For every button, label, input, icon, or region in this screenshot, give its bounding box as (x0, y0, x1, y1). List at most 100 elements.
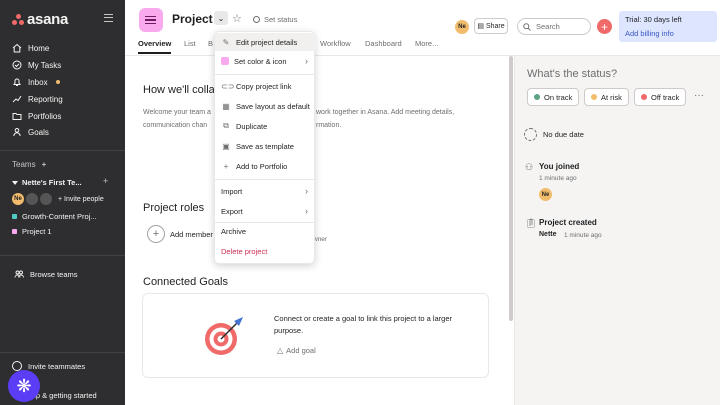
on-track-label: On track (544, 92, 573, 102)
menu-item-archive[interactable]: Archive (215, 222, 316, 240)
menu-item-delete-project[interactable]: Delete project (215, 242, 316, 260)
menu-item-label: Export (221, 206, 243, 216)
search-placeholder: Search (536, 22, 560, 31)
activity-user[interactable]: Nette (539, 231, 557, 238)
description-line-2a[interactable]: communication chan (143, 122, 207, 129)
invite-people-label: Invite people (64, 195, 104, 203)
divider (0, 352, 125, 353)
menu-item-duplicate[interactable]: ⧉ Duplicate (215, 117, 316, 135)
tab-more[interactable]: More... (415, 39, 438, 48)
tab-workflow[interactable]: Workflow (320, 39, 351, 48)
check-circle-icon (12, 60, 22, 70)
home-icon (12, 43, 22, 53)
project-roles-heading: Project roles (143, 202, 205, 214)
chevron-down-icon[interactable]: ⌄ (214, 11, 228, 25)
team-members: Ne + Invite people (12, 193, 104, 205)
trial-banner[interactable]: Trial: 30 days left Add billing info (619, 11, 717, 42)
asana-logo[interactable]: asana (12, 11, 68, 28)
menu-item-label: Duplicate (236, 121, 268, 131)
scrollbar[interactable] (509, 56, 513, 321)
team-item[interactable]: Nette's First Te... (12, 178, 82, 187)
browse-teams-link[interactable]: Browse teams (14, 269, 78, 279)
sidebar-item-portfolios[interactable]: Portfolios (12, 111, 61, 121)
active-tab-underline (138, 52, 171, 54)
sidebar-item-reporting[interactable]: Reporting (12, 94, 63, 104)
off-track-button[interactable]: Off track (634, 88, 687, 106)
menu-item-set-color[interactable]: Set color & icon › (215, 52, 316, 70)
menu-divider (215, 74, 316, 75)
star-icon[interactable]: ☆ (232, 12, 242, 25)
menu-item-copy-link[interactable]: ⊂⊃ Copy project link (215, 77, 316, 95)
sidebar-item-my-tasks[interactable]: My Tasks (12, 60, 61, 70)
tab-dashboard[interactable]: Dashboard (365, 39, 402, 48)
menu-item-save-template[interactable]: ▣ Save as template (215, 137, 316, 155)
menu-item-import[interactable]: Import › (215, 182, 316, 200)
tab-board[interactable]: B (208, 39, 213, 48)
connected-goals-heading: Connected Goals (143, 276, 228, 288)
share-label: Share (485, 22, 505, 30)
sidebar-item-inbox[interactable]: Inbox (12, 77, 60, 87)
tab-list[interactable]: List (184, 39, 196, 48)
asana-dots-icon (12, 14, 24, 25)
activity-joined: You joined (539, 162, 580, 171)
search-input[interactable]: Search (517, 18, 591, 35)
sidebar-project-growth[interactable]: Growth-Content Proj... (12, 212, 97, 221)
project-color-square (12, 229, 17, 234)
on-track-button[interactable]: On track (527, 88, 580, 106)
pencil-icon: ✎ (222, 37, 230, 47)
menu-item-export[interactable]: Export › (215, 202, 316, 220)
add-goal-button[interactable]: △ Add goal (277, 346, 316, 355)
project-label: Growth-Content Proj... (22, 212, 97, 221)
menu-item-add-portfolio[interactable]: + Add to Portfolio (215, 157, 316, 175)
menu-item-edit-details[interactable]: ✎ Edit project details (215, 33, 316, 51)
menu-item-label: Delete project (221, 246, 268, 256)
add-billing-link[interactable]: Add billing info (625, 29, 711, 38)
set-status-button[interactable]: Set status (253, 15, 297, 24)
menu-item-save-layout[interactable]: ▦ Save layout as default (215, 97, 316, 115)
invite-teammates-label: Invite teammates (28, 361, 86, 371)
add-member-button[interactable]: + Add member (147, 225, 213, 243)
activity-time: 1 minute ago (539, 175, 577, 182)
project-icon[interactable] (139, 8, 163, 32)
activity-time: 1 minute ago (564, 232, 602, 239)
tab-overview[interactable]: Overview (138, 39, 171, 48)
goals-description: Connect or create a goal to link this pr… (274, 314, 453, 335)
due-date-label: No due date (543, 130, 584, 139)
help-link[interactable]: elp & getting started (30, 391, 97, 400)
description-line-2b[interactable]: rmation. (316, 122, 341, 129)
due-date-field[interactable]: No due date (524, 128, 584, 141)
status-panel-title: What's the status? (527, 68, 618, 80)
search-icon (523, 22, 531, 31)
sidebar-item-home[interactable]: Home (12, 43, 49, 53)
add-member-label: Add member (170, 229, 213, 239)
sidebar-project-1[interactable]: Project 1 (12, 227, 52, 236)
create-button[interactable]: + (597, 19, 612, 34)
menu-item-label: Save layout as default (236, 101, 310, 111)
sidebar: asana Home My Tasks Inbox Reporting Port… (0, 0, 125, 405)
share-button[interactable]: ▤ Share (474, 18, 508, 34)
at-risk-button[interactable]: At risk (584, 88, 629, 106)
share-icon: ▤ (477, 23, 484, 30)
bell-icon (13, 78, 21, 86)
avatar-placeholder (40, 193, 52, 205)
sidebar-item-label: Home (28, 43, 50, 53)
sidebar-item-label: Portfolios (28, 111, 62, 121)
project-label: Project 1 (22, 227, 52, 236)
more-options-icon[interactable]: ··· (694, 90, 704, 101)
avatar[interactable]: Ne (12, 193, 24, 205)
teams-header: Teams + (12, 160, 46, 169)
menu-divider (215, 179, 316, 180)
add-project-icon[interactable]: + (103, 176, 108, 186)
on-track-dot (534, 94, 540, 100)
add-team-icon[interactable]: + (42, 160, 47, 169)
off-track-dot (641, 94, 647, 100)
description-line-1a[interactable]: Welcome your team a (143, 109, 211, 116)
invite-people-link[interactable]: + Invite people (58, 196, 104, 203)
layout-icon: ▦ (222, 101, 230, 111)
ai-assistant-icon[interactable]: ❋ (8, 370, 40, 402)
avatar[interactable]: Ne (455, 20, 469, 34)
avatar[interactable]: Ne (539, 188, 552, 201)
description-line-1b[interactable]: work together in Asana. Add meeting deta… (316, 109, 454, 116)
collapse-sidebar-icon[interactable] (104, 14, 113, 22)
sidebar-item-goals[interactable]: Goals (12, 127, 49, 137)
